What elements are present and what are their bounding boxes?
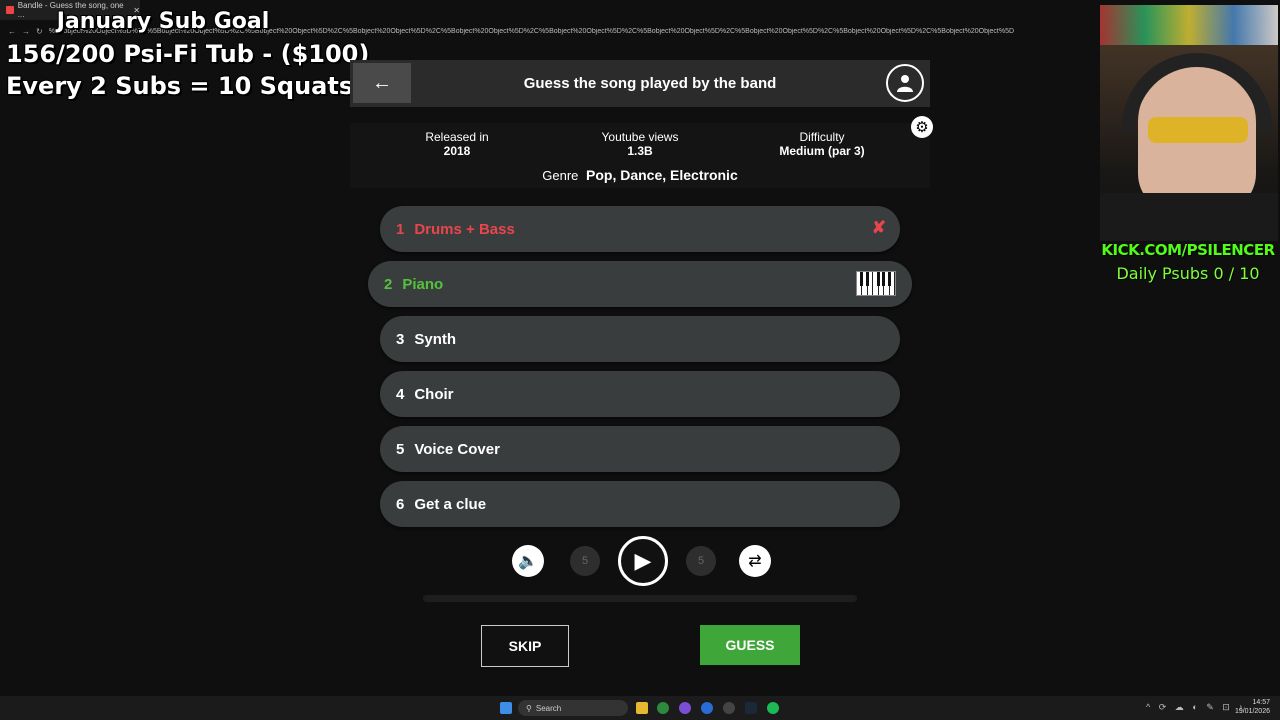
repeat-toggle-button[interactable]: ⇄ xyxy=(739,545,771,577)
track-number: 3 xyxy=(396,330,405,348)
rewind-button[interactable]: 5 xyxy=(570,546,600,576)
released-info: Released in 2018 xyxy=(407,130,507,158)
views-label: Youtube views xyxy=(601,130,679,144)
track-label: Synth xyxy=(414,330,457,348)
taskbar-clock[interactable]: 14:57 19/01/2026 xyxy=(1235,698,1270,716)
windows-start-icon[interactable] xyxy=(500,702,512,714)
sub-goal-rule: Every 2 Subs = 10 Squats xyxy=(6,72,354,100)
page-title: Guess the song played by the band xyxy=(523,75,777,92)
track-number: 5 xyxy=(396,440,405,458)
chrome-icon[interactable] xyxy=(657,702,669,714)
song-info-panel: Released in 2018 Youtube views 1.3B Diff… xyxy=(350,123,930,188)
forward-button[interactable]: 5 xyxy=(686,546,716,576)
playback-progress-bar[interactable] xyxy=(423,595,857,602)
track-label: Get a clue xyxy=(414,495,487,513)
genre-label: Genre xyxy=(542,168,579,183)
track-label: Drums + Bass xyxy=(414,220,515,238)
speaker-icon: 🔈 xyxy=(518,553,538,570)
clock-date: 19/01/2026 xyxy=(1234,708,1270,715)
track-label: Voice Cover xyxy=(414,440,500,458)
back-button[interactable]: ← xyxy=(353,63,411,103)
views-info: Youtube views 1.3B xyxy=(580,130,700,158)
track-row-4[interactable]: 4 Choir xyxy=(380,371,900,417)
game-header: ← Guess the song played by the band xyxy=(350,60,930,107)
app-icon[interactable] xyxy=(701,702,713,714)
sub-goal-title: January Sub Goal xyxy=(56,9,270,34)
webcam-feed xyxy=(1100,5,1278,241)
track-number: 2 xyxy=(384,275,393,293)
difficulty-label: Difficulty xyxy=(799,130,845,144)
released-value: 2018 xyxy=(443,144,471,158)
spotify-icon[interactable] xyxy=(767,702,779,714)
track-number: 1 xyxy=(396,220,405,238)
kick-channel-url: KICK.COM/PSILENCER xyxy=(1101,241,1275,259)
discord-icon[interactable] xyxy=(679,702,691,714)
gear-icon: ⚙ xyxy=(915,119,929,136)
daily-psubs-counter: Daily Psubs 0 / 10 xyxy=(1116,264,1260,283)
released-label: Released in xyxy=(425,130,489,144)
arrow-left-icon: ← xyxy=(372,71,392,94)
piano-icon xyxy=(856,271,896,296)
track-row-6[interactable]: 6 Get a clue xyxy=(380,481,900,527)
difficulty-info: Difficulty Medium (par 3) xyxy=(762,130,882,158)
views-value: 1.3B xyxy=(627,144,653,158)
guess-button[interactable]: GUESS xyxy=(700,625,800,665)
genre-value: Pop, Dance, Electronic xyxy=(586,167,738,183)
repeat-off-icon: ⇄ xyxy=(748,553,762,570)
wrong-x-icon: ✘ xyxy=(871,218,886,237)
volume-button[interactable]: 🔈 xyxy=(512,545,544,577)
track-row-2[interactable]: 2 Piano xyxy=(368,261,912,307)
forward-5-icon: 5 xyxy=(697,555,705,567)
play-button[interactable]: ▶ xyxy=(618,536,668,586)
file-explorer-icon[interactable] xyxy=(636,702,648,714)
skip-button[interactable]: SKIP xyxy=(481,625,569,667)
track-label: Piano xyxy=(402,275,444,293)
user-icon xyxy=(897,75,913,92)
track-label: Choir xyxy=(414,385,454,403)
search-icon: ⚲ xyxy=(526,703,532,713)
settings-button[interactable]: ⚙ xyxy=(911,116,933,138)
genre-info: Genre Pop, Dance, Electronic xyxy=(350,167,930,183)
track-number: 6 xyxy=(396,495,405,513)
taskbar-search[interactable]: ⚲ Search xyxy=(518,700,628,716)
profile-button[interactable] xyxy=(886,64,924,102)
sub-goal-overlay: January Sub Goal 156/200 Psi-Fi Tub - ($… xyxy=(6,6,370,102)
play-icon: ▶ xyxy=(634,548,652,573)
difficulty-value: Medium (par 3) xyxy=(779,144,865,158)
rewind-5-icon: 5 xyxy=(581,555,589,567)
track-row-5[interactable]: 5 Voice Cover xyxy=(380,426,900,472)
system-tray-icons[interactable]: ^ ⟳ ☁ ◐ ✎ ⊡ ♪ xyxy=(1146,702,1246,713)
track-number: 4 xyxy=(396,385,405,403)
track-row-3[interactable]: 3 Synth xyxy=(380,316,900,362)
sub-goal-progress: 156/200 Psi-Fi Tub - ($100) xyxy=(6,40,370,68)
steam-icon[interactable] xyxy=(745,702,757,714)
search-placeholder: Search xyxy=(535,703,562,713)
obs-icon[interactable] xyxy=(723,702,735,714)
clock-time: 14:57 xyxy=(1252,699,1270,706)
track-row-1[interactable]: 1 Drums + Bass ✘ xyxy=(380,206,900,252)
